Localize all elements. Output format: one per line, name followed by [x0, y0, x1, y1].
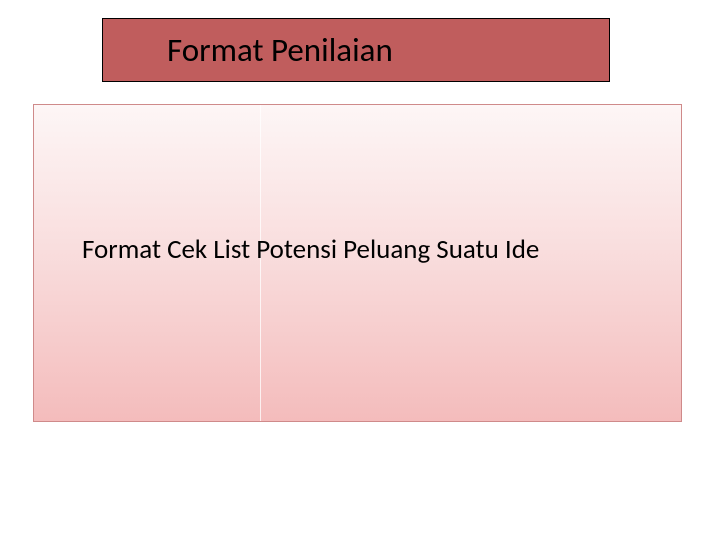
content-box: Format Cek List Potensi Peluang Suatu Id…: [33, 104, 682, 422]
content-text: Format Cek List Potensi Peluang Suatu Id…: [82, 233, 539, 266]
slide-title: Format Penilaian: [167, 30, 393, 70]
slide: Format Penilaian Format Cek List Potensi…: [0, 0, 720, 540]
title-box: Format Penilaian: [102, 18, 610, 82]
